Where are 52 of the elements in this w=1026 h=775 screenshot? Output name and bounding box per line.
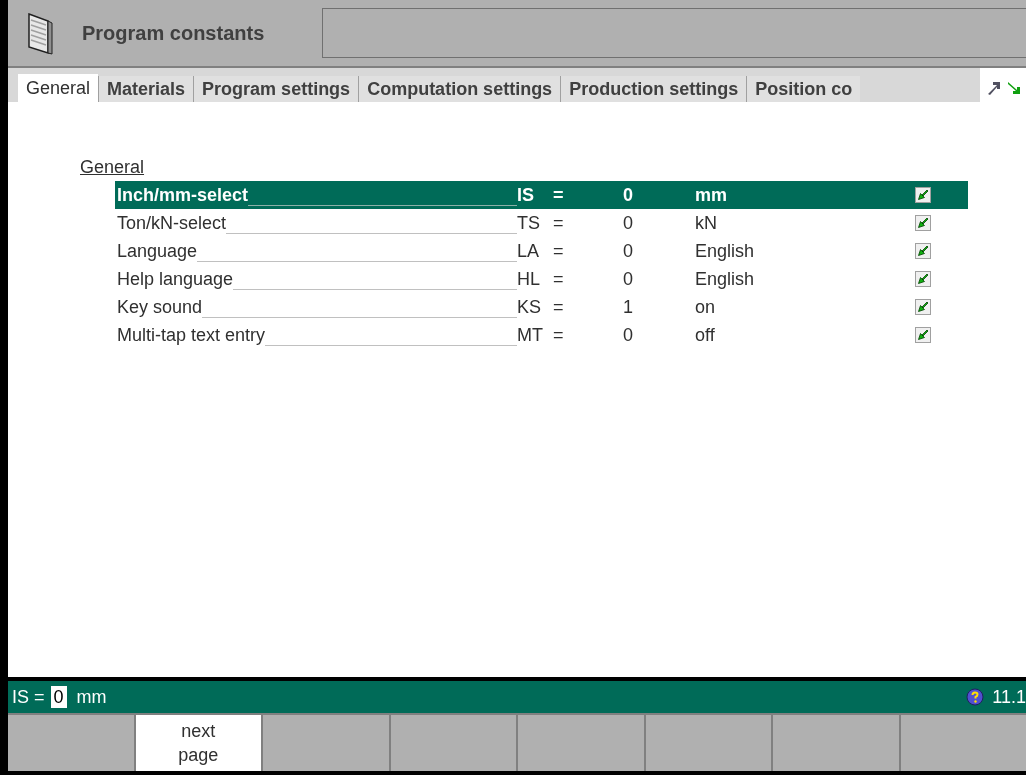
value-field[interactable]: 0 bbox=[50, 686, 67, 708]
version-label: 11.1 bbox=[992, 685, 1026, 709]
softkey[interactable]: next page bbox=[135, 715, 261, 771]
parameter-label: Ton/kN-select bbox=[117, 211, 227, 235]
parameter-unit: mm bbox=[695, 183, 728, 207]
parameter-unit: English bbox=[695, 239, 756, 263]
parameter-unit: on bbox=[695, 295, 717, 319]
parameter-code: TS bbox=[517, 211, 541, 235]
equals-sign: = bbox=[553, 183, 565, 207]
parameter-label: Inch/mm-select bbox=[117, 183, 249, 207]
parameter-value: 0 bbox=[623, 323, 634, 347]
document-stack-icon bbox=[26, 11, 56, 55]
parameter-unit: kN bbox=[695, 211, 718, 235]
equals-sign: = bbox=[553, 323, 565, 347]
tab[interactable]: Materials bbox=[98, 76, 194, 102]
parameter-code: HL bbox=[517, 267, 541, 291]
help-icon[interactable] bbox=[966, 688, 985, 706]
parameter-value: 0 bbox=[623, 211, 634, 235]
section-heading: General bbox=[80, 156, 146, 179]
parameter-unit: English bbox=[695, 267, 756, 291]
parameter-code: IS bbox=[517, 183, 535, 207]
parameter-label: Help language bbox=[117, 267, 234, 291]
window-title: Program constants bbox=[82, 21, 266, 46]
parameter-value: 0 bbox=[623, 267, 634, 291]
status-prefix: IS = bbox=[12, 685, 45, 709]
status-unit: mm bbox=[76, 685, 107, 709]
parameter-label: Language bbox=[117, 239, 198, 263]
enter-arrow-icon[interactable] bbox=[915, 327, 931, 343]
tab[interactable]: Computation settings bbox=[358, 76, 561, 102]
parameter-value: 1 bbox=[623, 295, 634, 319]
parameter-code: MT bbox=[517, 323, 544, 347]
tab[interactable]: Position co bbox=[746, 76, 861, 102]
tab[interactable]: Program settings bbox=[193, 76, 359, 102]
enter-arrow-icon[interactable] bbox=[915, 299, 931, 315]
parameter-code: KS bbox=[517, 295, 542, 319]
equals-sign: = bbox=[553, 211, 565, 235]
enter-arrow-icon[interactable] bbox=[915, 271, 931, 287]
parameter-unit: off bbox=[695, 323, 716, 347]
tab[interactable]: Production settings bbox=[560, 76, 747, 102]
equals-sign: = bbox=[553, 267, 565, 291]
enter-arrow-icon[interactable] bbox=[915, 215, 931, 231]
tab[interactable]: General bbox=[18, 74, 99, 102]
equals-sign: = bbox=[553, 239, 565, 263]
equals-sign: = bbox=[553, 295, 565, 319]
parameter-code: LA bbox=[517, 239, 541, 263]
parameter-label: Key sound bbox=[117, 295, 203, 319]
parameter-value: 0 bbox=[623, 183, 634, 207]
parameter-label: Multi-tap text entry bbox=[117, 323, 266, 347]
parameter-value: 0 bbox=[623, 239, 634, 263]
parameter-row[interactable]: Inch/mm-select IS = 0 mm bbox=[115, 181, 968, 209]
enter-arrow-icon[interactable] bbox=[915, 187, 931, 203]
enter-arrow-icon[interactable] bbox=[915, 243, 931, 259]
